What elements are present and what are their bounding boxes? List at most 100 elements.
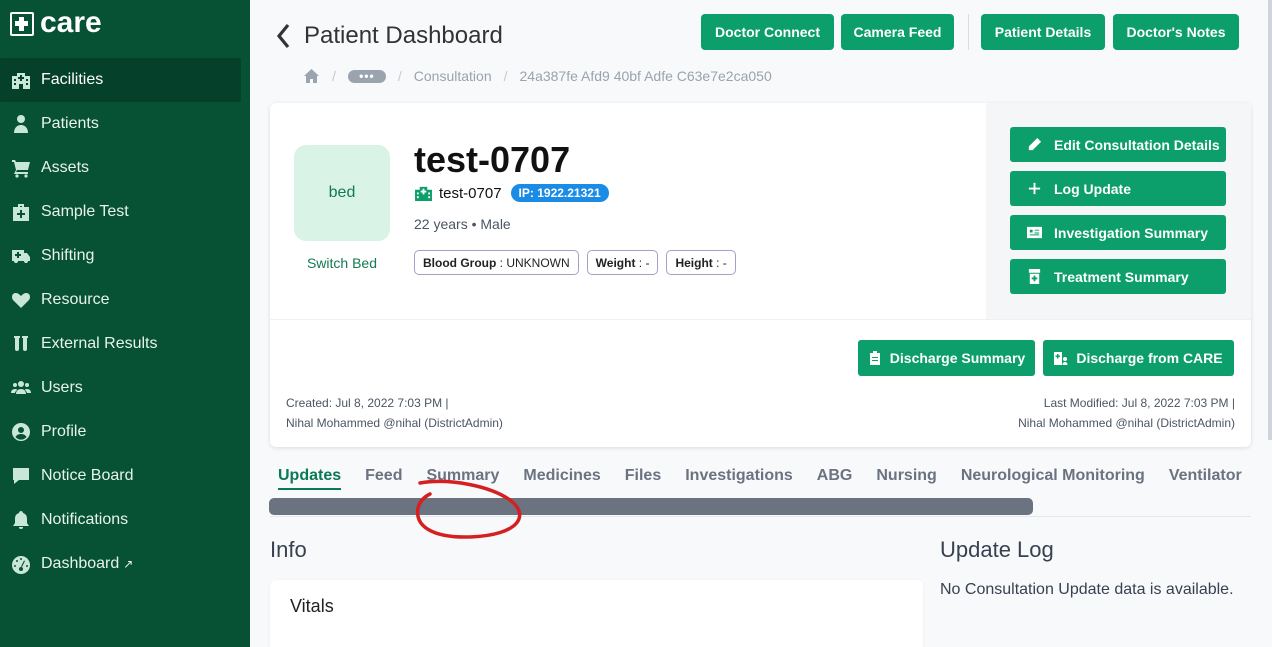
pencil-icon xyxy=(1026,137,1042,153)
red-circle-annotation xyxy=(415,479,522,539)
back-chevron-icon[interactable] xyxy=(274,23,292,49)
tab-investigations[interactable]: Investigations xyxy=(677,466,801,490)
sidebar-item-label: Profile xyxy=(41,423,87,440)
sidebar-item-label: Shifting xyxy=(41,247,95,264)
medkit-icon xyxy=(10,202,32,222)
discharge-summary-button[interactable]: Discharge Summary xyxy=(858,340,1035,376)
id-card-icon xyxy=(1026,225,1042,241)
created-by: Nihal Mohammed @nihal (DistrictAdmin) xyxy=(286,416,503,430)
height-tag: Height : - xyxy=(666,250,736,275)
card-divider xyxy=(270,319,1251,320)
users-icon xyxy=(10,378,32,398)
treatment-summary-button[interactable]: Treatment Summary xyxy=(1010,259,1226,294)
hospital-icon xyxy=(10,70,32,90)
tab-abg[interactable]: ABG xyxy=(809,466,861,490)
bell-icon xyxy=(10,510,32,530)
tag-label: Blood Group xyxy=(423,255,497,270)
tab-neurological-monitoring[interactable]: Neurological Monitoring xyxy=(953,466,1153,490)
sidebar-item-patients[interactable]: Patients xyxy=(0,102,250,146)
care-logo-icon xyxy=(10,12,34,36)
tabs-scrollbar[interactable] xyxy=(269,498,1033,515)
sidebar-item-label: Dashboard xyxy=(41,555,120,572)
sidebar-item-label: Notifications xyxy=(41,511,129,528)
facility-name: test-0707 xyxy=(439,184,502,202)
sidebar-item-notice-board[interactable]: Notice Board xyxy=(0,454,250,498)
edit-consultation-button[interactable]: Edit Consultation Details xyxy=(1010,127,1226,162)
care-logo[interactable]: care xyxy=(10,5,102,40)
camera-feed-button[interactable]: Camera Feed xyxy=(841,14,954,50)
patient-tags: Blood Group : UNKNOWN Weight : - Height … xyxy=(414,250,736,275)
breadcrumb-separator: / xyxy=(397,68,402,84)
button-label: Investigation Summary xyxy=(1054,224,1209,241)
sidebar-item-external-results[interactable]: External Results xyxy=(0,322,250,366)
sidebar-item-resource[interactable]: Resource xyxy=(0,278,250,322)
breadcrumb-collapsed-button[interactable]: ••• xyxy=(347,69,386,83)
sidebar-item-label: External Results xyxy=(41,335,158,352)
tag-value: : - xyxy=(635,255,650,270)
patient-card: bed Switch Bed test-0707 test-0707 IP: 1… xyxy=(270,103,1251,447)
tab-nursing[interactable]: Nursing xyxy=(868,466,944,490)
sidebar-item-label: Patients xyxy=(41,115,99,132)
tag-value: : UNKNOWN xyxy=(496,255,570,270)
page-scrollbar[interactable] xyxy=(1268,0,1272,440)
tachometer-icon xyxy=(10,554,32,574)
patient-name: test-0707 xyxy=(414,139,571,180)
log-update-button[interactable]: Log Update xyxy=(1010,171,1226,206)
update-log-empty: No Consultation Update data is available… xyxy=(940,581,1234,598)
home-icon[interactable] xyxy=(303,68,320,84)
sidebar-item-label: Sample Test xyxy=(41,203,129,220)
page-title: Patient Dashboard xyxy=(304,22,503,49)
breadcrumb-consultation[interactable]: Consultation xyxy=(414,68,492,84)
patient-details-button[interactable]: Patient Details xyxy=(981,14,1105,50)
investigation-summary-button[interactable]: Investigation Summary xyxy=(1010,215,1226,250)
cart-icon xyxy=(10,158,32,178)
modified-by: Nihal Mohammed @nihal (DistrictAdmin) xyxy=(1018,416,1235,430)
prescription-bottle-icon xyxy=(1026,269,1042,285)
button-label: Treatment Summary xyxy=(1054,268,1189,285)
sidebar-item-dashboard[interactable]: Dashboard ↗ xyxy=(0,542,250,586)
vials-icon xyxy=(10,334,32,354)
sidebar-item-sample-test[interactable]: Sample Test xyxy=(0,190,250,234)
sidebar-item-notifications[interactable]: Notifications xyxy=(0,498,250,542)
breadcrumb-separator: / xyxy=(503,68,508,84)
tab-updates[interactable]: Updates xyxy=(270,466,349,490)
doctor-connect-button[interactable]: Doctor Connect xyxy=(701,14,834,50)
sidebar-item-shifting[interactable]: Shifting xyxy=(0,234,250,278)
created-meta: Created: Jul 8, 2022 7:03 PM | Nihal Moh… xyxy=(286,393,503,433)
breadcrumb-consultation-id[interactable]: 24a387fe Afd9 40bf Adfe C63e7e2ca050 xyxy=(520,68,772,84)
heartbeat-icon xyxy=(10,290,32,310)
tab-ventilator[interactable]: Ventilator xyxy=(1161,466,1250,490)
user-injured-icon xyxy=(10,114,32,134)
info-heading: Info xyxy=(270,537,307,562)
bed-box[interactable]: bed xyxy=(294,145,390,241)
tab-files[interactable]: Files xyxy=(617,466,669,490)
external-link-icon: ↗ xyxy=(123,557,134,571)
switch-bed-link[interactable]: Switch Bed xyxy=(292,255,392,271)
modified-date: Last Modified: Jul 8, 2022 7:03 PM | xyxy=(1043,396,1235,410)
sidebar: care Facilities Patients Assets Sample T… xyxy=(0,0,250,647)
sidebar-item-label: Resource xyxy=(41,291,110,308)
logo-text: care xyxy=(40,5,102,39)
comment-icon xyxy=(10,466,32,486)
sidebar-item-profile[interactable]: Profile xyxy=(0,410,250,454)
header-divider xyxy=(968,14,969,50)
hospital-icon xyxy=(415,186,432,201)
sidebar-item-label: Assets xyxy=(41,159,90,176)
sidebar-item-users[interactable]: Users xyxy=(0,366,250,410)
sidebar-item-assets[interactable]: Assets xyxy=(0,146,250,190)
ip-badge: IP: 1922.21321 xyxy=(510,184,609,202)
vitals-heading: Vitals xyxy=(290,596,334,616)
tab-feed[interactable]: Feed xyxy=(357,466,410,490)
button-label: Discharge from CARE xyxy=(1076,350,1223,366)
doctors-notes-button[interactable]: Doctor's Notes xyxy=(1113,14,1239,50)
breadcrumb-separator: / xyxy=(332,68,336,84)
button-label: Discharge Summary xyxy=(889,350,1026,366)
modified-meta: Last Modified: Jul 8, 2022 7:03 PM | Nih… xyxy=(1018,393,1235,433)
tag-label: Height xyxy=(675,255,713,270)
sidebar-item-label: Notice Board xyxy=(41,467,134,484)
discharge-from-care-button[interactable]: Discharge from CARE xyxy=(1043,340,1234,376)
sidebar-item-facilities[interactable]: Facilities xyxy=(0,58,241,102)
weight-tag: Weight : - xyxy=(586,250,659,275)
sidebar-item-label: Facilities xyxy=(41,71,104,88)
button-label: Log Update xyxy=(1054,180,1131,197)
